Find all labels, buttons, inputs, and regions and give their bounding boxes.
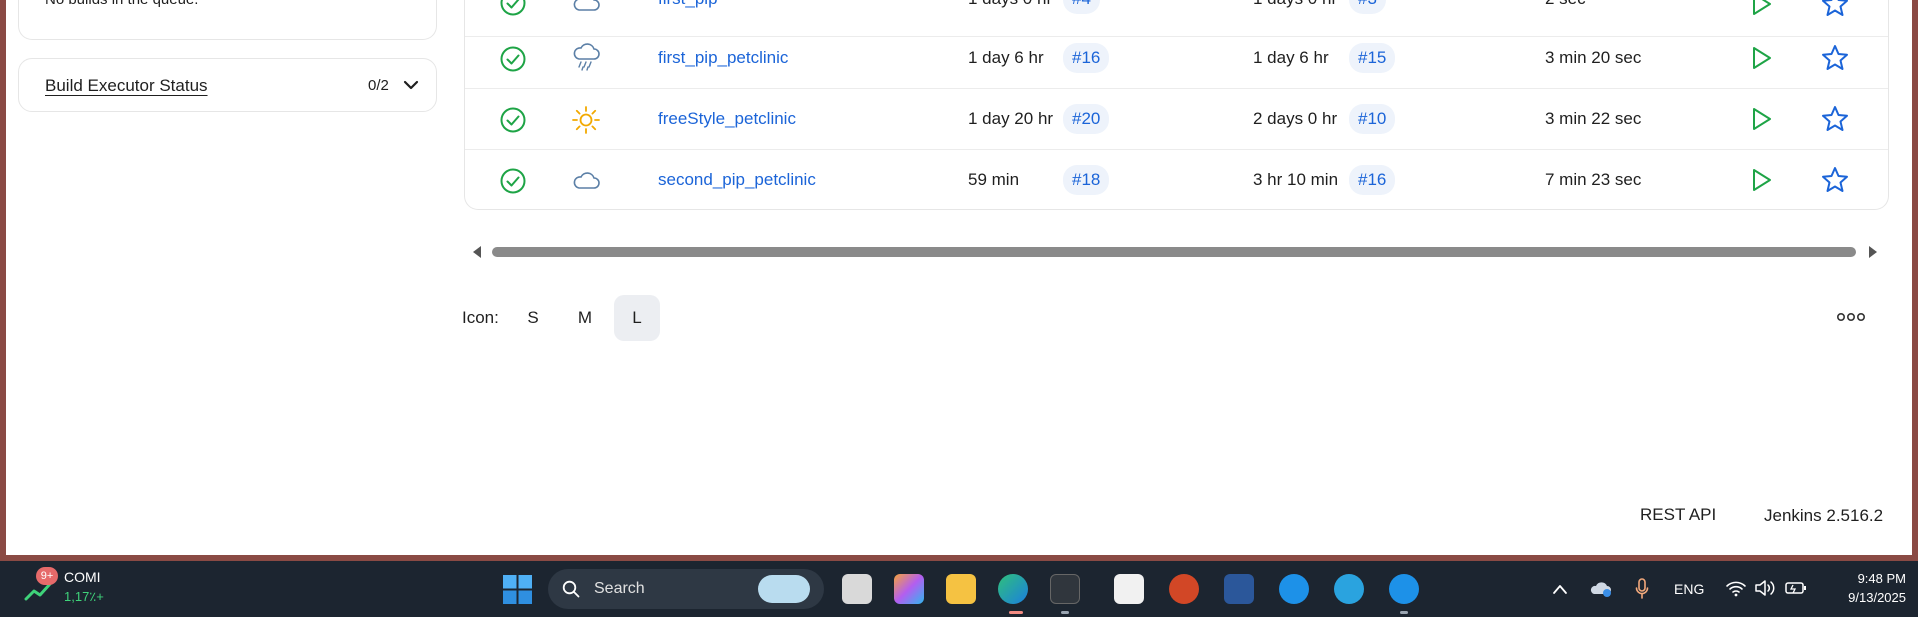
play-build-icon[interactable]: [1748, 0, 1774, 17]
jobs-table: first_pip 1 days 0 hr #4 1 days 0 hr #3 …: [464, 0, 1889, 210]
table-row: second_pip_petclinic 59 min #18 3 hr 10 …: [465, 150, 1888, 211]
powerpoint-icon[interactable]: [1169, 574, 1199, 604]
docker-icon[interactable]: [1279, 574, 1309, 604]
last-success-time: 59 min: [968, 170, 1020, 189]
taskbar: 9+ COMI 1,17٪+ Search ENG 9:48 PM 9/13/2…: [0, 561, 1918, 617]
task-view-icon[interactable]: [842, 574, 872, 604]
search-placeholder: Search: [594, 580, 645, 597]
chevron-down-icon[interactable]: [403, 79, 419, 91]
more-options-icon[interactable]: [1836, 311, 1866, 323]
build-executor-status-link[interactable]: Build Executor Status: [45, 76, 208, 96]
battery-icon[interactable]: [1784, 579, 1808, 597]
last-duration: 7 min 23 sec: [1545, 170, 1642, 189]
favorite-star-icon[interactable]: [1820, 43, 1850, 73]
scroll-left-arrow-icon[interactable]: [472, 245, 482, 259]
success-status-icon: [500, 107, 526, 133]
wifi-icon[interactable]: [1725, 579, 1747, 597]
success-status-icon: [500, 168, 526, 194]
build-queue-panel: No builds in the queue.: [18, 0, 437, 40]
last-failure-time: 2 days 0 hr: [1253, 109, 1338, 128]
running-app-indicator: [1400, 611, 1408, 614]
taskbar-search[interactable]: Search: [548, 569, 824, 609]
onedrive-icon[interactable]: [1590, 580, 1612, 598]
clock-time: 9:48 PM: [1857, 571, 1906, 586]
last-success-build-badge[interactable]: #4: [1063, 0, 1100, 14]
play-build-icon[interactable]: [1748, 45, 1774, 71]
success-status-icon: [500, 0, 526, 16]
word-icon[interactable]: [1224, 574, 1254, 604]
job-link[interactable]: first_pip: [658, 0, 718, 9]
terminal-icon[interactable]: [1050, 574, 1080, 604]
job-link[interactable]: second_pip_petclinic: [658, 170, 816, 190]
last-success-time: 1 day 20 hr: [968, 109, 1054, 128]
favorite-star-icon[interactable]: [1820, 0, 1850, 19]
rain-weather-icon: [573, 43, 600, 71]
microphone-icon[interactable]: [1635, 578, 1649, 600]
last-success-time: 1 days 0 hr: [968, 0, 1052, 9]
last-duration: 3 min 22 sec: [1545, 109, 1642, 128]
icon-size-label: Icon:: [462, 308, 499, 327]
telegram-icon[interactable]: [1334, 574, 1364, 604]
last-failure-build-badge[interactable]: #10: [1349, 104, 1396, 134]
system-clock[interactable]: 9:48 PM 9/13/2025: [1826, 569, 1906, 607]
docker-desktop-icon[interactable]: [1389, 574, 1419, 604]
sunny-weather-icon: [572, 106, 600, 134]
clock-date: 9/13/2025: [1848, 590, 1906, 605]
success-status-icon: [500, 46, 526, 72]
last-success-build-badge[interactable]: #16: [1063, 43, 1110, 73]
last-success-time: 1 day 6 hr: [968, 48, 1044, 67]
table-row: first_pip_petclinic 1 day 6 hr #16 1 day…: [465, 28, 1888, 89]
job-link[interactable]: freeStyle_petclinic: [658, 109, 796, 129]
last-failure-build-badge[interactable]: #3: [1349, 0, 1386, 14]
microsoft-store-icon[interactable]: [1114, 574, 1144, 604]
table-row: freeStyle_petclinic 1 day 20 hr #20 2 da…: [465, 89, 1888, 150]
running-app-indicator: [1061, 611, 1069, 614]
last-success-build-badge[interactable]: #20: [1063, 104, 1110, 134]
copilot-icon[interactable]: [894, 574, 924, 604]
last-duration: 3 min 20 sec: [1545, 48, 1642, 67]
jenkins-page: No builds in the queue. Build Executor S…: [6, 0, 1912, 555]
search-icon: [562, 580, 580, 598]
stock-change: 1,17٪+: [64, 589, 104, 604]
edge-browser-icon[interactable]: [998, 574, 1028, 604]
executor-count: 0/2: [368, 77, 389, 94]
chevron-up-icon[interactable]: [1552, 583, 1568, 595]
play-build-icon[interactable]: [1748, 106, 1774, 132]
icon-size-small-button[interactable]: S: [510, 295, 556, 341]
play-build-icon[interactable]: [1748, 167, 1774, 193]
last-failure-time: 3 hr 10 min: [1253, 170, 1339, 189]
horizontal-scrollbar-thumb[interactable]: [492, 247, 1856, 257]
last-failure-time: 1 day 6 hr: [1253, 48, 1329, 67]
search-highlight-image: [758, 575, 810, 603]
scroll-right-arrow-icon[interactable]: [1868, 245, 1878, 259]
cloudy-weather-icon: [573, 172, 600, 189]
last-failure-build-badge[interactable]: #16: [1349, 165, 1396, 195]
windows-start-icon[interactable]: [503, 575, 532, 604]
active-app-indicator: [1009, 611, 1023, 614]
jenkins-version-link[interactable]: Jenkins 2.516.2: [1764, 506, 1883, 526]
cloudy-weather-icon: [573, 0, 600, 11]
notification-badge: 9+: [36, 567, 58, 585]
build-queue-empty-text: No builds in the queue.: [45, 0, 198, 8]
build-executor-status-panel[interactable]: Build Executor Status 0/2: [18, 58, 437, 112]
icon-size-medium-button[interactable]: M: [562, 295, 608, 341]
favorite-star-icon[interactable]: [1820, 165, 1850, 195]
favorite-star-icon[interactable]: [1820, 104, 1850, 134]
last-failure-time: 1 days 0 hr: [1253, 0, 1337, 9]
last-duration: 2 sec: [1545, 0, 1586, 9]
icon-size-large-button[interactable]: L: [614, 295, 660, 341]
stock-name[interactable]: COMI: [64, 569, 101, 585]
job-link[interactable]: first_pip_petclinic: [658, 48, 788, 68]
file-explorer-icon[interactable]: [946, 574, 976, 604]
last-success-build-badge[interactable]: #18: [1063, 165, 1110, 195]
last-failure-build-badge[interactable]: #15: [1349, 43, 1396, 73]
volume-icon[interactable]: [1754, 579, 1776, 597]
language-indicator[interactable]: ENG: [1674, 581, 1704, 597]
rest-api-link[interactable]: REST API: [1640, 505, 1716, 525]
